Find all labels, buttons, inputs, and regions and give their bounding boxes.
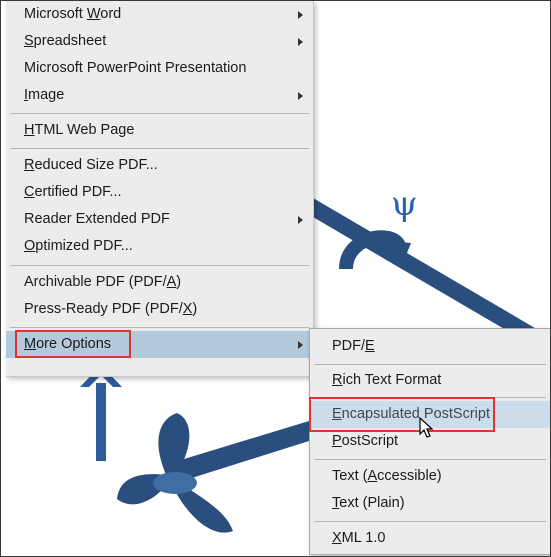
menu-item-press-ready-pdf[interactable]: Press-Ready PDF (PDF/X) [6, 296, 313, 323]
submenu-item-pdf-e[interactable]: PDF/E [310, 333, 550, 360]
menu-item-reduced-size-pdf[interactable]: Reduced Size PDF... [6, 152, 313, 179]
propeller-hub [153, 472, 197, 494]
app-window: ψ Microsoft Word Spreadsheet Microsoft P… [0, 0, 551, 557]
mouse-pointer-icon [419, 417, 434, 438]
submenu-item-xml[interactable]: XML 1.0 [310, 525, 550, 552]
chevron-right-icon [298, 92, 303, 100]
psi-symbol: ψ [391, 184, 418, 224]
menu-item-html-web-page[interactable]: HTML Web Page [6, 117, 313, 144]
chevron-right-icon [298, 38, 303, 46]
submenu-item-text-accessible[interactable]: Text (Accessible) [310, 463, 550, 490]
context-menu-more-options: PDF/E Rich Text Format Encapsulated Post… [309, 328, 550, 555]
chevron-right-icon [298, 11, 303, 19]
menu-separator [314, 521, 546, 522]
chevron-right-icon [298, 341, 303, 349]
menu-item-image[interactable]: Image [6, 82, 313, 109]
menu-item-microsoft-word[interactable]: Microsoft Word [6, 1, 313, 28]
context-menu-main: Microsoft Word Spreadsheet Microsoft Pow… [6, 1, 314, 377]
chevron-right-icon [298, 216, 303, 224]
menu-separator [10, 113, 309, 114]
rod-lower [171, 421, 309, 483]
arrow-up-icon [96, 383, 106, 461]
menu-separator [314, 397, 546, 398]
menu-item-reader-extended-pdf[interactable]: Reader Extended PDF [6, 206, 313, 233]
menu-separator [10, 148, 309, 149]
menu-separator [10, 265, 309, 266]
menu-separator [10, 327, 309, 328]
menu-item-certified-pdf[interactable]: Certified PDF... [6, 179, 313, 206]
submenu-item-text-plain[interactable]: Text (Plain) [310, 490, 550, 517]
menu-item-spreadsheet[interactable]: Spreadsheet [6, 28, 313, 55]
menu-item-powerpoint[interactable]: Microsoft PowerPoint Presentation [6, 55, 313, 82]
menu-separator [314, 459, 546, 460]
menu-item-more-options[interactable]: More Options [6, 331, 313, 358]
submenu-item-rich-text-format[interactable]: Rich Text Format [310, 367, 550, 394]
menu-item-archivable-pdf[interactable]: Archivable PDF (PDF/A) [6, 269, 313, 296]
menu-separator [314, 364, 546, 365]
menu-item-optimized-pdf[interactable]: Optimized PDF... [6, 233, 313, 260]
